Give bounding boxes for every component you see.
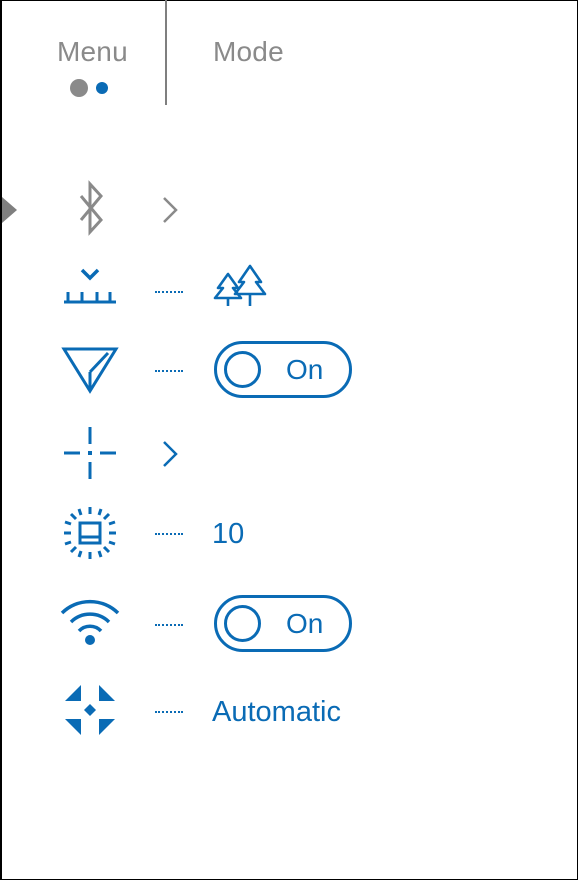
page-dot-2	[96, 82, 108, 94]
menu-item-wifi[interactable]: On	[0, 595, 578, 655]
dotted-separator	[155, 291, 183, 293]
brightness-value: 10	[212, 518, 245, 550]
wifi-toggle[interactable]: On	[214, 595, 352, 652]
auto-shutdown-value: Automatic	[212, 696, 341, 728]
menu-item-auto-shutdown[interactable]: Automatic	[0, 682, 578, 742]
menu-item-brightness[interactable]: 10	[0, 504, 578, 564]
location-toggle[interactable]: On	[214, 341, 352, 398]
toggle-label: On	[286, 608, 324, 639]
dotted-separator	[155, 533, 183, 535]
toggle-label: On	[286, 354, 324, 385]
menu-item-location[interactable]: On	[0, 341, 578, 401]
chevron-right-icon	[158, 194, 182, 226]
dotted-separator	[155, 711, 183, 713]
tab-mode[interactable]: Mode	[213, 36, 284, 68]
page-dot-1	[70, 79, 88, 97]
rangefinder-icon	[60, 262, 120, 322]
forest-trees-icon	[212, 264, 272, 308]
auto-shutdown-icon	[60, 682, 120, 742]
location-arrow-icon	[60, 341, 120, 401]
toggle-knob	[224, 605, 261, 642]
chevron-right-icon	[158, 438, 182, 470]
display-brightness-icon	[60, 504, 120, 564]
menu-item-rangefinder[interactable]	[0, 262, 578, 322]
dotted-separator	[155, 370, 183, 372]
menu-item-bluetooth[interactable]	[0, 180, 578, 240]
toggle-knob	[224, 351, 261, 388]
tab-menu[interactable]: Menu	[57, 36, 128, 68]
bluetooth-icon	[60, 180, 120, 240]
wifi-icon	[60, 595, 120, 655]
menu-item-reticle[interactable]	[0, 424, 578, 484]
crosshair-icon	[60, 424, 120, 484]
tab-divider	[165, 0, 167, 105]
dotted-separator	[155, 624, 183, 626]
